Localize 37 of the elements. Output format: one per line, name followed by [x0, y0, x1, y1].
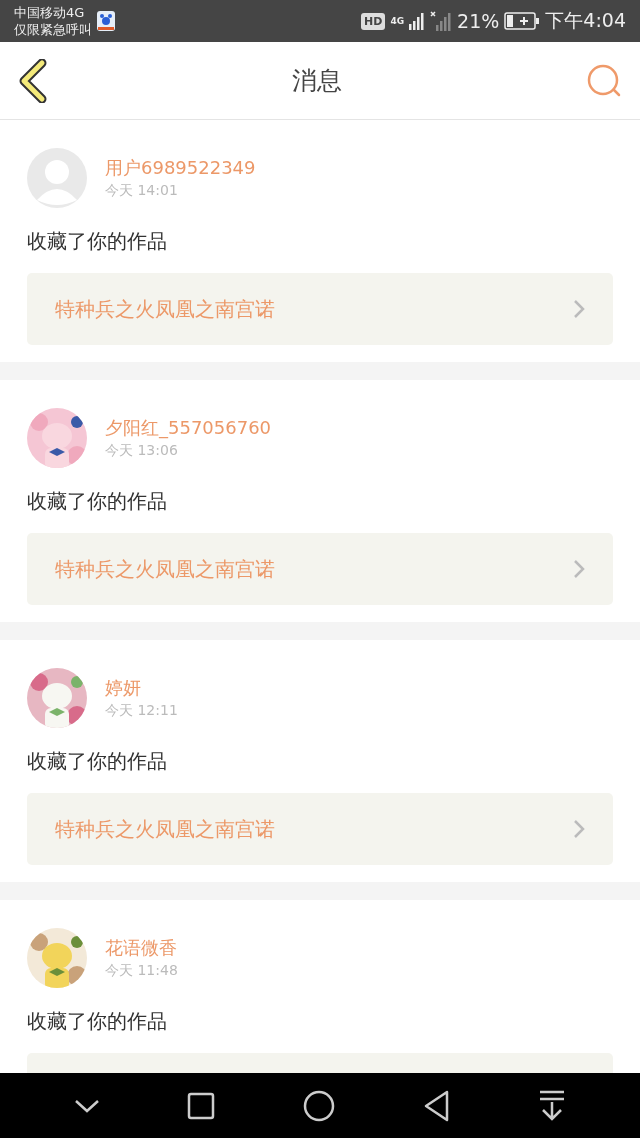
message-text: 收藏了你的作品 — [27, 748, 168, 775]
message-text: 收藏了你的作品 — [27, 488, 168, 515]
recents-icon[interactable] — [187, 1091, 216, 1120]
work-link[interactable]: 特种兵之火凤凰之南宫诺 — [27, 273, 613, 345]
no-signal-icon — [430, 11, 453, 31]
message-text: 收藏了你的作品 — [27, 1008, 168, 1035]
message-time: 今天 13:06 — [105, 442, 179, 460]
hd-badge: HD — [361, 12, 386, 30]
paw-app-icon — [96, 10, 116, 32]
back-button[interactable] — [18, 58, 48, 103]
work-link[interactable]: 特种兵之火凤凰之南宫诺 — [27, 533, 613, 605]
carrier-name: 中国移动4G — [14, 4, 86, 21]
message-time: 今天 12:11 — [105, 702, 178, 720]
chevron-right-icon — [573, 299, 585, 319]
battery-icon — [504, 12, 541, 30]
message-time: 今天 11:48 — [105, 962, 178, 980]
battery-percent: 21% — [457, 10, 500, 32]
network-type: 4G — [390, 16, 405, 26]
user-name[interactable]: 婷妍 — [105, 676, 178, 700]
notification-pull-icon[interactable] — [538, 1089, 567, 1122]
chevron-right-icon — [573, 819, 585, 839]
message-time: 今天 14:01 — [105, 182, 179, 200]
search-icon — [586, 62, 622, 99]
clock: 下午4:04 — [545, 8, 626, 33]
signal-icon — [409, 12, 426, 30]
home-icon[interactable] — [303, 1089, 335, 1122]
back-icon — [18, 58, 48, 103]
back-icon[interactable] — [422, 1089, 451, 1122]
chevron-down-icon[interactable] — [73, 1097, 100, 1114]
emergency-notice: 仅限紧急呼叫 — [14, 21, 92, 38]
user-name[interactable]: 花语微香 — [105, 936, 178, 960]
chevron-right-icon — [573, 559, 585, 579]
user-name[interactable]: 用户6989522349 — [105, 156, 256, 180]
user-name[interactable]: 夕阳红_557056760 — [105, 416, 272, 440]
message-text: 收藏了你的作品 — [27, 228, 168, 255]
work-link[interactable]: 特种兵之火凤凰之南宫诺 — [27, 793, 613, 865]
page-title: 消息 — [292, 65, 342, 97]
